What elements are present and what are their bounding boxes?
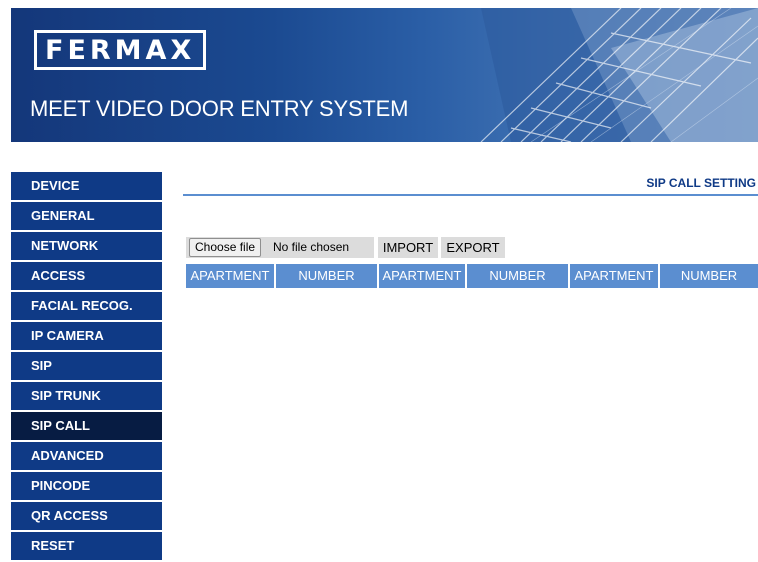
file-status-text: No file chosen (273, 240, 350, 254)
sidebar-nav: DEVICE GENERAL NETWORK ACCESS FACIAL RECOG. I… (11, 172, 162, 562)
product-title: MEET VIDEO DOOR ENTRY SYSTEM (30, 96, 409, 121)
sidebar-item-device[interactable]: DEVICE (11, 172, 162, 200)
sidebar-item-network[interactable]: NETWORK (11, 232, 162, 260)
sidebar-item-general[interactable]: GENERAL (11, 202, 162, 230)
column-header-apartment: APARTMENT (186, 264, 274, 288)
export-button[interactable]: EXPORT (441, 237, 505, 258)
sidebar-item-qr-access[interactable]: QR ACCESS (11, 502, 162, 530)
header-banner: FERMAX MEET VIDEO DOOR ENTRY SYSTEM (11, 8, 758, 142)
sidebar-item-sip-call[interactable]: SIP CALL (11, 412, 162, 440)
choose-file-button[interactable]: Choose file (189, 238, 262, 257)
column-header-number: NUMBER (467, 264, 568, 288)
import-button[interactable]: IMPORT (378, 237, 438, 258)
column-header-number: NUMBER (276, 264, 377, 288)
sidebar-item-pincode[interactable]: PINCODE (11, 472, 162, 500)
column-header-number: NUMBER (660, 264, 758, 288)
sidebar-item-facial-recog[interactable]: FACIAL RECOG. (11, 292, 162, 320)
sidebar-item-access[interactable]: ACCESS (11, 262, 162, 290)
column-header-apartment: APARTMENT (379, 264, 465, 288)
sidebar-item-advanced[interactable]: ADVANCED (11, 442, 162, 470)
section-title: SIP CALL SETTING (183, 172, 758, 196)
sidebar-item-ip-camera[interactable]: IP CAMERA (11, 322, 162, 350)
sidebar-item-sip-trunk[interactable]: SIP TRUNK (11, 382, 162, 410)
column-header-apartment: APARTMENT (570, 264, 658, 288)
file-input[interactable]: Choose file No file chosen (186, 237, 374, 258)
sidebar-item-sip[interactable]: SIP (11, 352, 162, 380)
fermax-logo: FERMAX (34, 30, 207, 70)
